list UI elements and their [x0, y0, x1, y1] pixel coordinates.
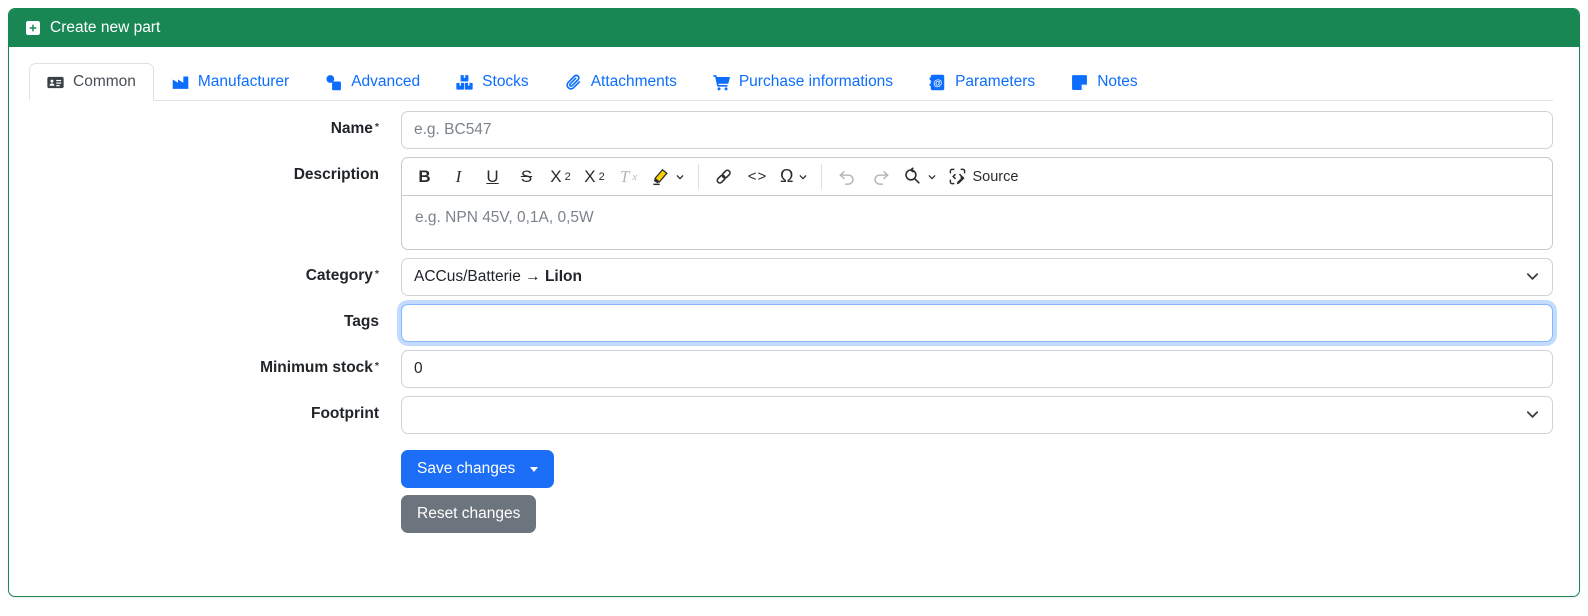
- chevron-down-icon: [1525, 407, 1540, 422]
- required-marker: *: [374, 360, 379, 372]
- editor-toolbar: B I U S X2 X2 Tx <> Ω Source: [401, 157, 1553, 196]
- tags-row: Tags: [29, 304, 1553, 342]
- subscript-button[interactable]: X2: [544, 161, 577, 192]
- redo-icon: [872, 168, 890, 186]
- undo-button[interactable]: [830, 161, 863, 192]
- tab-parameters[interactable]: @ Parameters: [911, 63, 1053, 101]
- tab-purchase-informations[interactable]: Purchase informations: [695, 63, 911, 101]
- shopping-cart-icon: [713, 74, 730, 91]
- card-header: Create new part: [9, 9, 1579, 47]
- description-editor[interactable]: e.g. NPN 45V, 0,1A, 0,5W: [401, 196, 1553, 250]
- tab-stocks[interactable]: Stocks: [438, 63, 547, 101]
- strikethrough-button[interactable]: S: [510, 161, 543, 192]
- chevron-down-icon: [927, 172, 937, 182]
- undo-icon: [838, 168, 856, 186]
- page-title: Create new part: [50, 19, 161, 36]
- tab-bar: Common Manufacturer Advanced Stocks Atta…: [29, 63, 1553, 101]
- bold-button[interactable]: B: [408, 161, 441, 192]
- superscript-button[interactable]: X2: [578, 161, 611, 192]
- link-icon: [714, 167, 733, 186]
- chevron-down-icon: [675, 172, 685, 182]
- tab-label: Common: [73, 73, 136, 90]
- special-characters-button[interactable]: Ω: [775, 161, 813, 192]
- toolbar-separator: [698, 164, 699, 189]
- tab-manufacturer[interactable]: Manufacturer: [154, 63, 307, 101]
- tab-attachments[interactable]: Attachments: [547, 63, 695, 101]
- link-button[interactable]: [707, 161, 740, 192]
- tab-label: Parameters: [955, 73, 1036, 90]
- source-icon: [948, 167, 967, 186]
- footprint-row: Footprint: [29, 396, 1553, 434]
- tags-input[interactable]: [401, 304, 1553, 342]
- find-replace-icon: [903, 167, 922, 186]
- create-part-card: Create new part Common Manufacturer Adva…: [8, 8, 1580, 597]
- highlighter-icon: [651, 167, 670, 186]
- highlight-button[interactable]: [646, 161, 690, 192]
- tab-label: Manufacturer: [197, 73, 290, 90]
- tab-label: Notes: [1097, 73, 1138, 90]
- minimum-stock-row: Minimum stock *: [29, 350, 1553, 388]
- category-row: Category * ACCus/Batterie → LiIon: [29, 258, 1553, 296]
- tab-advanced[interactable]: Advanced: [307, 63, 438, 101]
- underline-button[interactable]: U: [476, 161, 509, 192]
- category-label: Category *: [305, 267, 379, 284]
- chevron-down-icon: [1525, 269, 1540, 284]
- tab-label: Attachments: [590, 73, 677, 90]
- save-button[interactable]: Save changes: [401, 450, 555, 488]
- tab-label: Advanced: [351, 73, 421, 90]
- paperclip-icon: [565, 74, 582, 91]
- name-label: Name *: [330, 120, 379, 137]
- required-marker: *: [374, 121, 379, 133]
- footprint-label: Footprint: [310, 405, 379, 422]
- italic-button[interactable]: I: [442, 161, 475, 192]
- caret-down-icon: [530, 466, 539, 472]
- minimum-stock-label: Minimum stock *: [260, 359, 379, 376]
- category-select[interactable]: ACCus/Batterie → LiIon: [401, 258, 1553, 296]
- actions-row: Save changes Reset changes: [29, 450, 1553, 533]
- tab-label: Purchase informations: [738, 73, 894, 90]
- address-book-icon: @: [929, 74, 946, 91]
- tab-notes[interactable]: Notes: [1053, 63, 1156, 101]
- svg-text:@: @: [933, 77, 942, 87]
- reset-button[interactable]: Reset changes: [401, 495, 537, 533]
- boxes-icon: [456, 74, 473, 91]
- source-label: Source: [972, 168, 1019, 185]
- plus-square-icon: [25, 20, 41, 36]
- name-row: Name *: [29, 111, 1553, 149]
- tab-common[interactable]: Common: [29, 63, 154, 101]
- toolbar-separator: [821, 164, 823, 189]
- shapes-icon: [325, 74, 342, 91]
- find-replace-button[interactable]: [898, 161, 942, 192]
- tags-label: Tags: [343, 313, 379, 330]
- sticky-note-icon: [1071, 74, 1088, 91]
- description-label: Description: [293, 166, 379, 183]
- remove-format-button[interactable]: Tx: [612, 161, 645, 192]
- tab-label: Stocks: [482, 73, 529, 90]
- industry-icon: [172, 74, 189, 91]
- minimum-stock-input[interactable]: [401, 350, 1553, 388]
- required-marker: *: [374, 268, 379, 280]
- redo-button[interactable]: [864, 161, 897, 192]
- chevron-down-icon: [798, 172, 808, 182]
- name-input[interactable]: [401, 111, 1553, 149]
- id-card-icon: [47, 74, 64, 91]
- code-button[interactable]: <>: [741, 161, 774, 192]
- source-button[interactable]: Source: [943, 161, 1023, 192]
- description-row: Description B I U S X2 X2 Tx <> Ω Source…: [29, 157, 1553, 250]
- footprint-select[interactable]: [401, 396, 1553, 434]
